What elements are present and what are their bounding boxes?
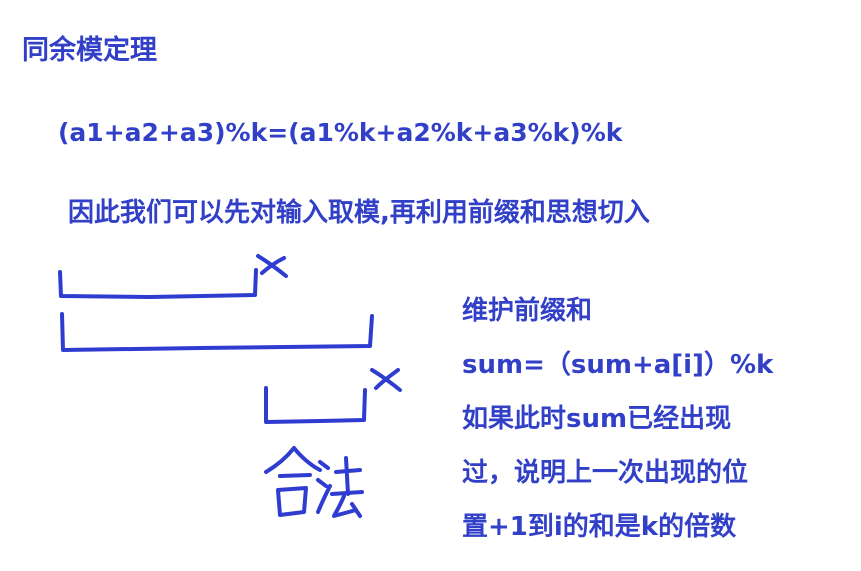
note-line: 置+1到i的和是k的倍数	[462, 512, 737, 542]
note-line: sum=（sum+a[i]）%k	[462, 350, 774, 380]
note-line: 维护前缀和	[462, 296, 593, 326]
note-line: 如果此时sum已经出现	[462, 404, 732, 434]
short-prefix-bracket	[58, 268, 258, 299]
handwriting-hefa	[264, 446, 364, 518]
notes-list: 维护前缀和 sum=（sum+a[i]）%k 如果此时sum已经出现 过，说明上…	[462, 288, 773, 558]
x-mark-2	[370, 368, 402, 392]
x-mark-1	[256, 254, 288, 278]
segment-bracket	[264, 386, 367, 424]
note-line: 过，说明上一次出现的位	[462, 458, 749, 488]
long-prefix-bracket	[60, 312, 374, 352]
